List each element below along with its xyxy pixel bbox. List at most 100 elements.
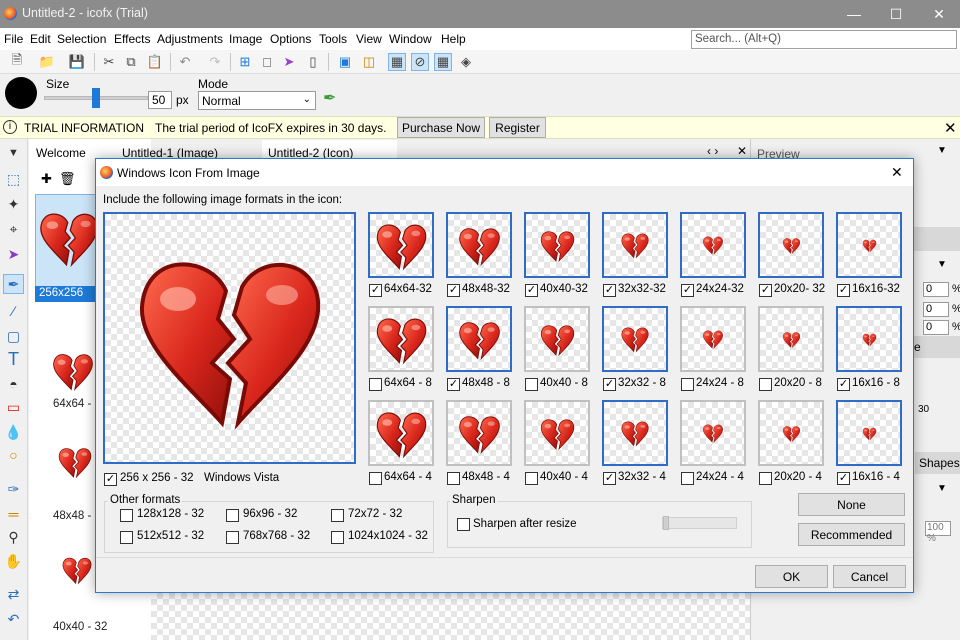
close-icon[interactable]: ✕	[925, 4, 953, 24]
opacity-field[interactable]: 100 %	[925, 521, 951, 544]
checkbox-64x64-4[interactable]	[369, 472, 382, 485]
image-resize-icon[interactable]: ▣	[336, 53, 354, 71]
color-collapse-icon[interactable]: ▼	[937, 259, 947, 270]
rect-select-icon[interactable]: ⬚	[3, 169, 24, 189]
color-field-3[interactable]: 0	[923, 320, 949, 335]
register-button[interactable]: Register	[489, 117, 546, 138]
sharpen-checkbox[interactable]	[457, 518, 470, 531]
collapse-icon[interactable]: ▼	[3, 143, 24, 163]
format-preview-48x48-32[interactable]	[446, 212, 512, 278]
close-trial-icon[interactable]: ✕	[944, 119, 957, 137]
format-preview-64x64-32[interactable]	[368, 212, 434, 278]
menu-effects[interactable]: Effects	[114, 32, 150, 46]
zoom-icon[interactable]: ⚲	[3, 527, 24, 547]
format-preview-16x16-32[interactable]	[836, 212, 902, 278]
minimize-icon[interactable]: —	[840, 4, 868, 24]
menu-help[interactable]: Help	[441, 32, 466, 46]
delete-image-icon[interactable]: 🗑	[59, 171, 76, 187]
menu-tools[interactable]: Tools	[319, 32, 347, 46]
mode-select[interactable]: Normal ⌄	[198, 91, 316, 110]
checkbox-24x24-32[interactable]: ✓	[681, 284, 694, 297]
format-preview-48x48-8[interactable]	[446, 306, 512, 372]
export-icon[interactable]: ◫	[360, 53, 378, 71]
thumbnail-heart-40[interactable]	[61, 554, 93, 586]
checkbox-20x20-4[interactable]	[759, 472, 772, 485]
menu-adjustments[interactable]: Adjustments	[157, 32, 223, 46]
tab-nav-icon[interactable]: ‹ ›	[707, 144, 718, 158]
format-preview-32x32-32[interactable]	[602, 212, 668, 278]
brush-preview[interactable]	[5, 77, 37, 109]
format-preview-64x64-8[interactable]	[368, 306, 434, 372]
dialog-close-icon[interactable]: ✕	[891, 164, 903, 181]
format-preview-40x40-8[interactable]	[524, 306, 590, 372]
checkbox-20x20-8[interactable]	[759, 378, 772, 391]
shapes-tab[interactable]: Shapes	[919, 456, 960, 470]
text-icon[interactable]: T	[3, 349, 24, 369]
ruler-icon[interactable]: ═	[3, 504, 24, 524]
format-preview-20x20-4[interactable]	[758, 400, 824, 466]
redo-icon[interactable]: ↷	[206, 53, 224, 71]
format-preview-20x20-32[interactable]	[758, 212, 824, 278]
magic-wand-icon[interactable]: ✦	[3, 194, 24, 214]
menu-selection[interactable]: Selection	[57, 32, 106, 46]
checkbox-48x48-4[interactable]	[447, 472, 460, 485]
recommended-button[interactable]: Recommended	[798, 523, 905, 546]
grid-select-icon[interactable]: ▦	[434, 53, 452, 71]
checkbox-32x32-32[interactable]: ✓	[603, 284, 616, 297]
color-field-1[interactable]: 0	[923, 282, 949, 297]
format-preview-16x16-4[interactable]	[836, 400, 902, 466]
format-preview-32x32-8[interactable]	[602, 306, 668, 372]
checkbox-40x40-8[interactable]	[525, 378, 538, 391]
canvas-area[interactable]	[151, 593, 750, 640]
checkbox-40x40-32[interactable]: ✓	[525, 284, 538, 297]
menu-view[interactable]: View	[356, 32, 382, 46]
menu-window[interactable]: Window	[389, 32, 432, 46]
copy-icon[interactable]: ⧉	[122, 53, 140, 71]
line-icon[interactable]: ∕	[3, 301, 24, 321]
preview-256[interactable]	[103, 212, 356, 464]
crop-icon[interactable]: ⌖	[3, 219, 24, 239]
checkbox-other-72x72[interactable]	[331, 509, 344, 522]
checkbox-24x24-8[interactable]	[681, 378, 694, 391]
swap-icon[interactable]: ⇄	[3, 584, 24, 604]
checkerboard-icon[interactable]: ▦	[388, 53, 406, 71]
eraser-icon[interactable]: ▭	[3, 397, 24, 417]
tab-close-icon[interactable]: ✕	[737, 144, 747, 158]
sharpen-slider-thumb[interactable]	[663, 516, 669, 530]
thumbnail-heart-48[interactable]	[57, 444, 93, 480]
thumbnail-heart-64[interactable]	[51, 349, 95, 393]
fill-icon[interactable]: ◓	[3, 374, 24, 394]
checkbox-other-96x96[interactable]	[226, 509, 239, 522]
checkbox-32x32-8[interactable]: ✓	[603, 378, 616, 391]
checkbox-32x32-4[interactable]: ✓	[603, 472, 616, 485]
rectangle-icon[interactable]: ▢	[3, 326, 24, 346]
none-button[interactable]: None	[798, 493, 905, 516]
checkbox-48x48-32[interactable]: ✓	[447, 284, 460, 297]
checkbox-64x64-32[interactable]: ✓	[369, 284, 382, 297]
checkbox-24x24-4[interactable]	[681, 472, 694, 485]
checkbox-64x64-8[interactable]	[369, 378, 382, 391]
size-field[interactable]: 50	[148, 91, 172, 109]
format-preview-40x40-4[interactable]	[524, 400, 590, 466]
purchase-now-button[interactable]: Purchase Now	[397, 117, 485, 138]
mobile-icon[interactable]: ▯	[304, 53, 322, 71]
tab-welcome[interactable]: Welcome	[36, 146, 86, 160]
new-file-icon[interactable]: 🗎	[8, 52, 26, 71]
format-preview-48x48-4[interactable]	[446, 400, 512, 466]
cursor-icon[interactable]: ➤	[280, 53, 298, 71]
checkbox-40x40-4[interactable]	[525, 472, 538, 485]
hand-icon[interactable]: ✋	[3, 551, 24, 571]
color-field-2[interactable]: 0	[923, 302, 949, 317]
undo-tool-icon[interactable]: ↶	[3, 609, 24, 629]
cut-icon[interactable]: ✂	[100, 53, 118, 71]
apple-icon[interactable]: 	[258, 53, 276, 71]
checkbox-20x20-32[interactable]: ✓	[759, 284, 772, 297]
save-icon[interactable]: 💾	[68, 53, 86, 71]
checkbox-other-1024x1024[interactable]	[331, 531, 344, 544]
bulb-icon[interactable]: ○	[3, 445, 24, 465]
sharpen-slider[interactable]	[662, 517, 737, 529]
checkbox-48x48-8[interactable]: ✓	[447, 378, 460, 391]
search-input[interactable]: Search... (Alt+Q)	[691, 30, 957, 49]
eyedropper-icon[interactable]: ✑	[3, 479, 24, 499]
format-preview-40x40-32[interactable]	[524, 212, 590, 278]
